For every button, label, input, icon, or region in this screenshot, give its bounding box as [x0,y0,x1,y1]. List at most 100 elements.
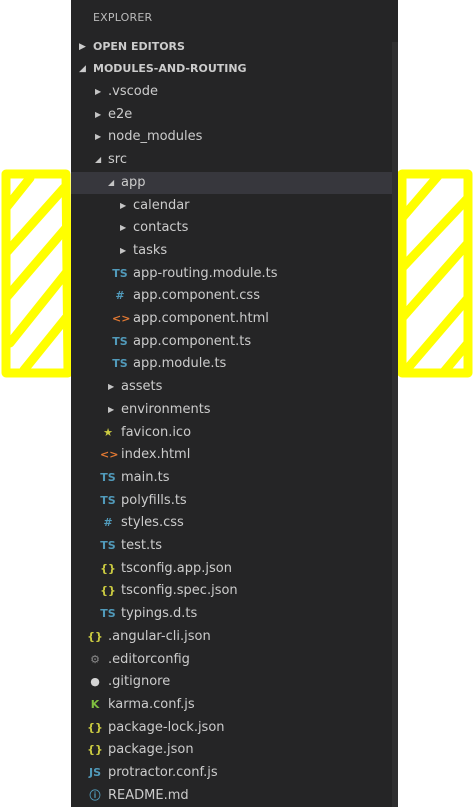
json-icon: {} [100,561,116,575]
explorer-panel: EXPLORER ▶ OPEN EDITORS ◢ MODULES-AND-RO… [71,0,398,807]
tree-item-label: app.module.ts [133,356,227,372]
section-label: OPEN EDITORS [93,40,185,53]
tree-item-label: calendar [133,197,190,213]
tree-item-label: app [121,174,146,190]
tree-file[interactable]: {} .angular-cli.json [71,626,392,649]
right-highlight-annotation [398,169,473,378]
tree-file[interactable]: TS test.ts [71,535,392,558]
tree-item-label: environments [121,401,211,417]
chevron-right-icon[interactable]: ▶ [108,399,114,422]
tree-folder[interactable]: ▶ contacts [71,217,392,240]
chevron-right-icon[interactable]: ▶ [95,104,101,127]
tree-item-label: tsconfig.app.json [121,560,232,576]
tree-item-label: .gitignore [108,674,171,690]
tree-item-label: index.html [121,447,191,463]
tree-item-label: app.component.css [133,288,260,304]
tree-folder[interactable]: ▶ assets [71,376,392,399]
typescript-icon: TS [112,334,128,348]
tree-file[interactable]: {} tsconfig.spec.json [71,580,392,603]
tree-file[interactable]: TS app.module.ts [71,353,392,376]
typescript-icon: TS [112,357,128,371]
tree-folder[interactable]: ▶ node_modules [71,126,392,149]
typescript-icon: TS [112,266,128,280]
tree-item-label: assets [121,379,163,395]
explorer-title: EXPLORER [93,11,153,24]
tree-item-label: typings.d.ts [121,606,198,622]
tree-file[interactable]: <> app.component.html [71,308,392,331]
typescript-icon: TS [100,607,116,621]
chevron-right-icon[interactable]: ▶ [108,376,114,399]
tree-item-label: main.ts [121,469,170,485]
tree-item-label: contacts [133,220,189,236]
tree-file[interactable]: TS main.ts [71,467,392,490]
tree-file[interactable]: {} package-lock.json [71,717,392,740]
tree-file[interactable]: # styles.css [71,512,392,535]
section-label: MODULES-AND-ROUTING [93,62,247,75]
tree-file[interactable]: ⓘ README.md [71,785,392,807]
chevron-right-icon[interactable]: ▶ [120,195,126,218]
tree-folder[interactable]: ▶ .vscode [71,81,392,104]
github-icon: ● [90,675,100,689]
html-icon: <> [112,312,131,325]
karma-icon: K [90,697,100,711]
gear-icon: ⚙ [90,652,100,666]
tree-item-label: app.component.ts [133,333,252,349]
tree-folder[interactable]: ▶ tasks [71,240,392,263]
typescript-icon: TS [100,539,116,552]
chevron-right-icon[interactable]: ▶ [120,240,126,263]
chevron-right-icon[interactable]: ▶ [95,126,101,149]
section-open-editors[interactable]: ▶ OPEN EDITORS [71,36,398,58]
tree-file[interactable]: TS app-routing.module.ts [71,263,392,286]
tree-item-label: app.component.html [133,311,269,326]
json-icon: {} [87,743,103,757]
tree-file[interactable]: ● .gitignore [71,671,392,694]
tree-file[interactable]: <> index.html [71,444,392,467]
chevron-right-icon[interactable]: ▶ [95,81,101,104]
tree-item-label: node_modules [108,129,203,145]
typescript-icon: TS [100,493,116,507]
tree-item-label: package-lock.json [108,719,225,735]
tree-file[interactable]: {} package.json [71,739,392,762]
tree-item-label: tsconfig.spec.json [121,583,238,599]
tree-item-label: styles.css [121,515,184,531]
json-icon: {} [87,720,103,734]
css-icon: # [115,289,125,303]
html-icon: <> [100,448,119,462]
tree-item-label: e2e [108,106,133,122]
tree-item-label: protractor.conf.js [108,765,218,780]
tree-file[interactable]: TS typings.d.ts [71,603,392,626]
chevron-down-icon[interactable]: ◢ [108,172,114,195]
css-icon: # [103,516,113,530]
javascript-icon: JS [88,766,101,779]
typescript-icon: TS [100,470,116,484]
tree-folder[interactable]: ▶ calendar [71,195,392,218]
tree-folder[interactable]: ◢ app [71,171,392,195]
tree-folder[interactable]: ▶ e2e [71,104,392,127]
json-icon: {} [87,629,103,643]
chevron-down-icon[interactable]: ◢ [95,149,101,172]
tree-file[interactable]: ⚙ .editorconfig [71,649,392,672]
chevron-right-icon: ▶ [79,42,86,52]
tree-file[interactable]: Kkarma.conf.js [71,694,392,717]
tree-file[interactable]: # app.component.css [71,285,392,308]
tree-item-label: README.md [108,787,189,803]
tree-file[interactable]: JS protractor.conf.js [71,762,392,785]
tree-item-label: tasks [133,242,168,258]
section-workspace[interactable]: ◢ MODULES-AND-ROUTING [71,58,398,80]
tree-item-label: favicon.ico [121,424,192,440]
chevron-right-icon[interactable]: ▶ [120,217,126,240]
tree-file[interactable]: TS app.component.ts [71,331,392,354]
tree-folder[interactable]: ◢ src [71,149,392,172]
tree-item-label: .vscode [108,84,158,99]
tree-folder[interactable]: ▶ environments [71,399,392,422]
tree-item-label: app-routing.module.ts [133,265,278,281]
tree-file[interactable]: {} tsconfig.app.json [71,558,392,581]
tree-item-label: test.ts [121,538,162,553]
info-icon: ⓘ [89,788,101,802]
star-icon: ★ [103,425,113,439]
tree-file[interactable]: TS polyfills.ts [71,490,392,513]
tree-item-label: karma.conf.js [108,696,195,712]
tree-file[interactable]: ★ favicon.ico [71,422,392,445]
json-icon: {} [100,584,116,598]
tree-item-label: .angular-cli.json [108,628,211,644]
